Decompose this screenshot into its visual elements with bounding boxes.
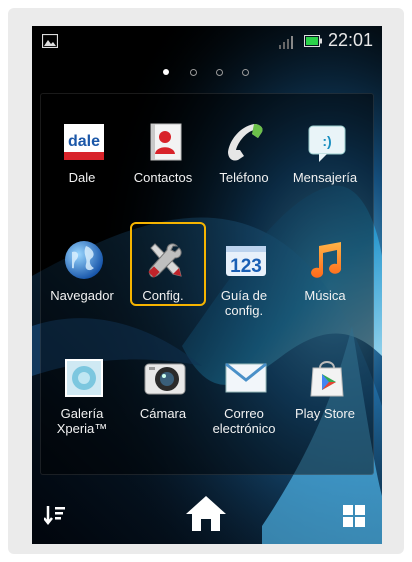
messaging-icon: :)	[308, 125, 346, 162]
svg-text:123: 123	[230, 256, 262, 277]
sort-apps-icon[interactable]	[44, 504, 66, 526]
page-dot-active	[163, 69, 169, 75]
app-label: Mensajería	[292, 170, 358, 185]
settings-tools-icon	[148, 243, 182, 278]
phone-screen: 22:01 dale Dale Contactos Teléfono:) Me…	[32, 26, 382, 544]
app-label: Correo electrónico	[212, 406, 276, 436]
app-label: Config.	[142, 288, 184, 303]
app-label: Música	[304, 288, 346, 303]
apps-grid-icon[interactable]	[342, 504, 366, 528]
status-clock: 22:01	[328, 30, 374, 50]
email-icon	[225, 362, 267, 393]
home-icon[interactable]	[185, 494, 227, 532]
app-label: Galería Xperia™	[56, 406, 108, 436]
status-bar: 22:01	[32, 26, 382, 54]
page-dot	[242, 69, 249, 76]
svg-text::): :)	[322, 133, 331, 149]
camera-icon	[144, 363, 186, 395]
gallery-icon	[65, 359, 103, 397]
app-label: Guía de config.	[220, 288, 268, 318]
svg-text:dale: dale	[68, 133, 100, 150]
app-label: Cámara	[139, 406, 187, 421]
page-dot	[190, 69, 197, 76]
image-notification-icon	[42, 34, 58, 48]
app-label: Dale	[68, 170, 96, 185]
navigation-bar	[32, 486, 382, 544]
page-dot	[216, 69, 223, 76]
play-store-icon	[310, 361, 344, 397]
phone-icon	[228, 124, 263, 161]
home-page-indicator	[158, 69, 258, 79]
app-label: Teléfono	[219, 170, 269, 185]
signal-strength-icon	[279, 36, 293, 49]
contacts-icon	[150, 123, 182, 161]
dale-icon: dale	[64, 124, 104, 160]
app-label: Navegador	[50, 288, 114, 303]
app-label: Contactos	[133, 170, 193, 185]
app-label: Play Store	[295, 406, 355, 421]
battery-icon	[304, 35, 322, 47]
music-icon	[311, 242, 342, 278]
globe-icon	[65, 241, 103, 279]
setup-guide-icon: 123	[226, 246, 266, 277]
